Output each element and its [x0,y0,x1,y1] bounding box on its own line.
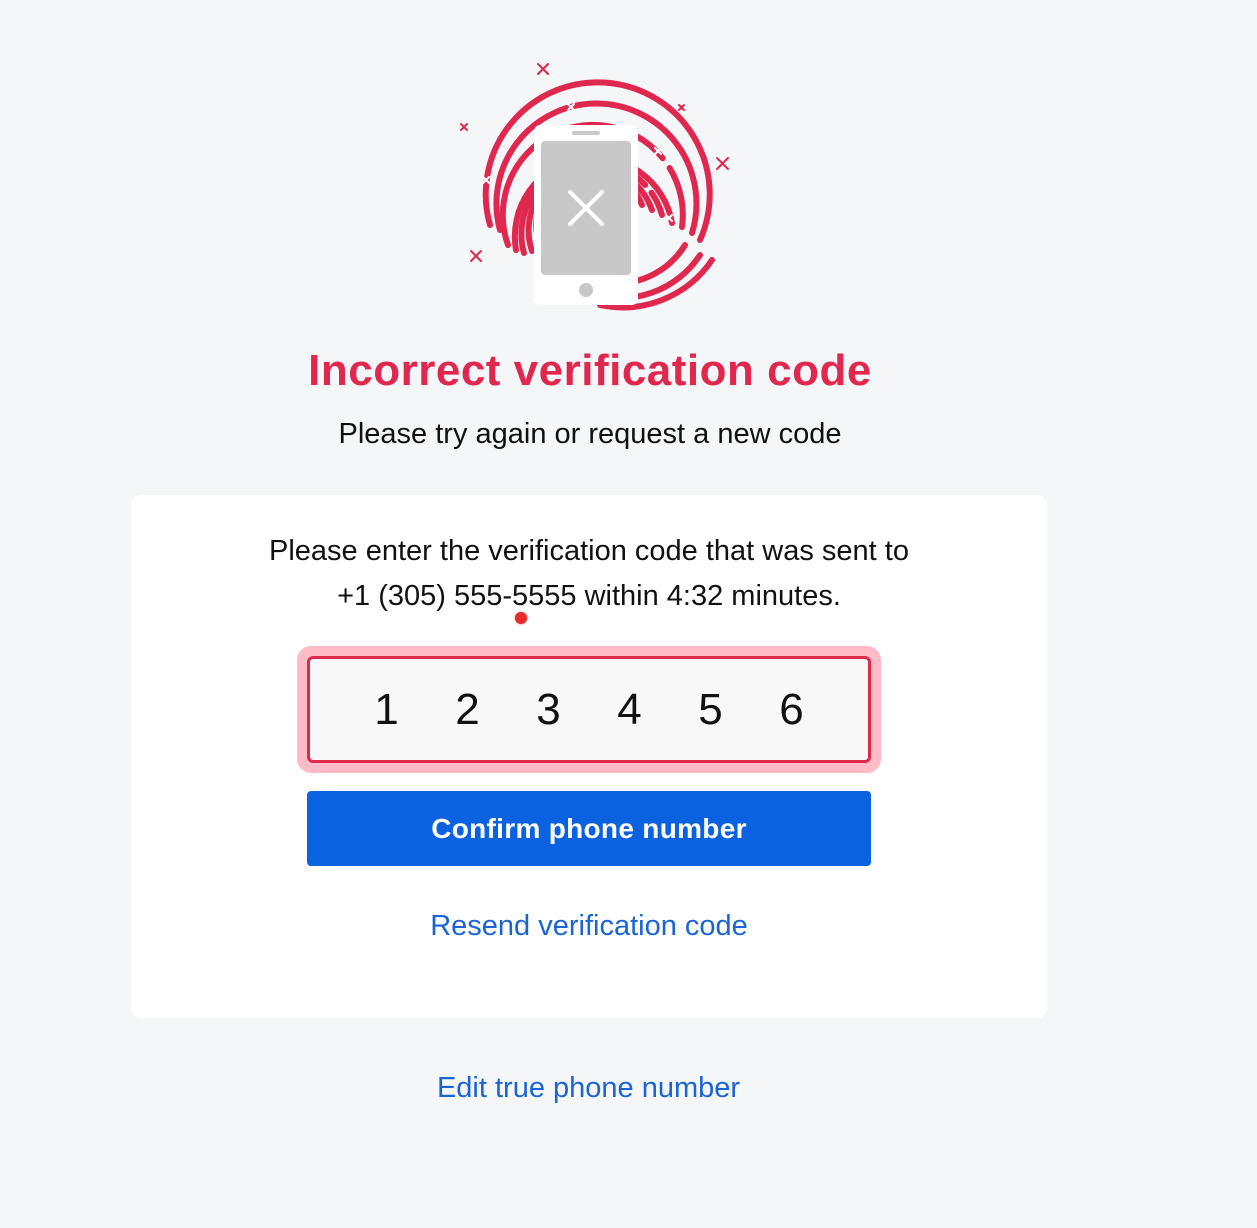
mouse-cursor-marker [515,612,527,624]
code-digit-2[interactable]: 2 [427,685,508,735]
fingerprint-phone-error-icon [450,55,740,320]
verification-instructions: Please enter the verification code that … [131,529,1047,619]
resend-code-link[interactable]: Resend verification code [131,910,1047,943]
confirm-phone-button[interactable]: Confirm phone number [307,791,871,866]
code-digit-1[interactable]: 1 [346,685,427,735]
code-digit-3[interactable]: 3 [508,685,589,735]
code-digit-4[interactable]: 4 [589,685,670,735]
verification-card: Please enter the verification code that … [131,495,1047,1018]
page-subtitle: Please try again or request a new code [338,418,842,450]
verification-code-input[interactable]: 1 2 3 4 5 6 [297,646,881,773]
page-title: Incorrect verification code [308,346,872,395]
code-digit-6[interactable]: 6 [751,685,832,735]
code-digit-5[interactable]: 5 [670,685,751,735]
instructions-line-1: Please enter the verification code that … [269,535,909,567]
instructions-line-2: +1 (305) 555-5555 within 4:32 minutes. [337,580,841,612]
edit-phone-link[interactable]: Edit true phone number [0,1072,1177,1105]
verification-code-box[interactable]: 1 2 3 4 5 6 [307,656,871,763]
